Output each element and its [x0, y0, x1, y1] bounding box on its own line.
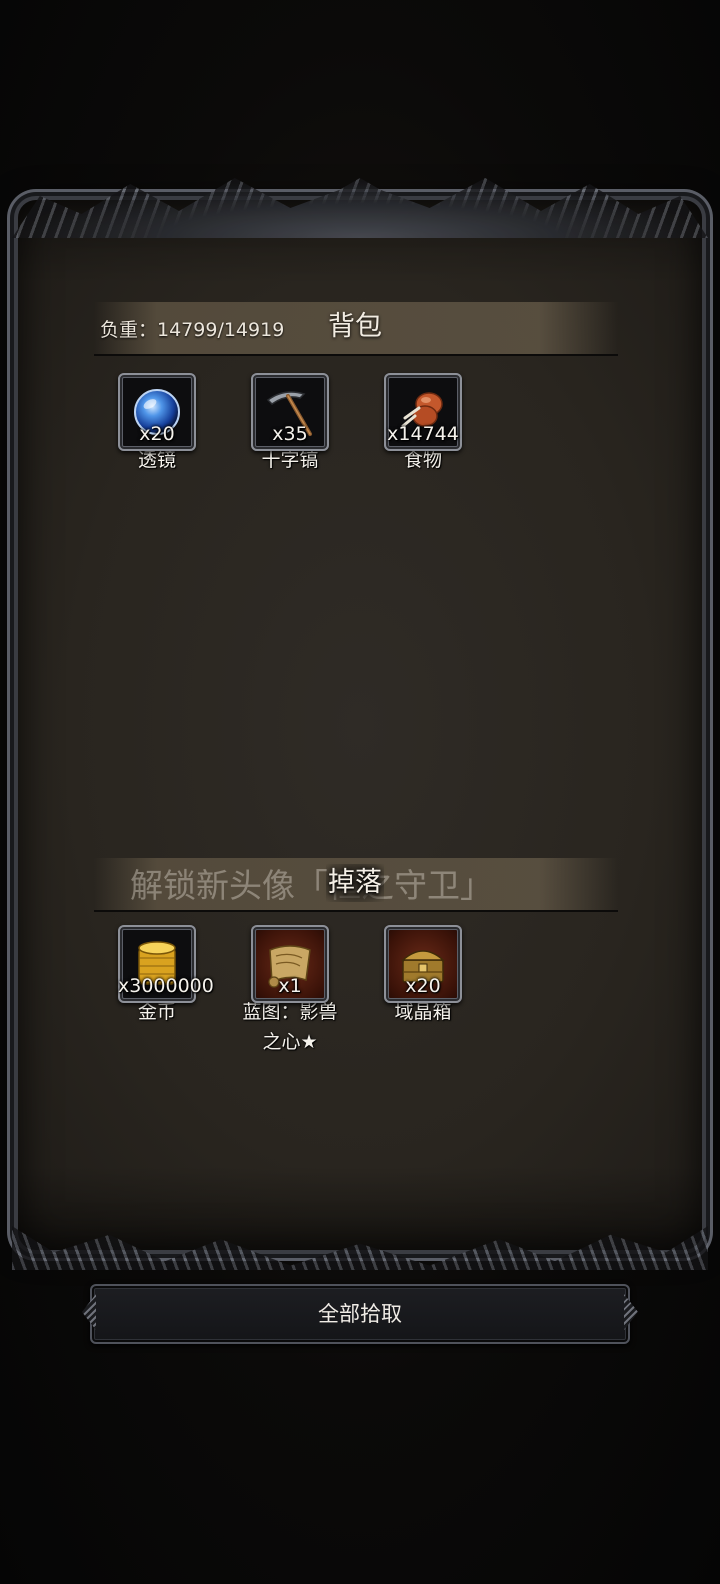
drops-title: 掉落: [326, 864, 384, 902]
unlock-avatar-text: 解锁新头像「恒之守卫」: [130, 866, 493, 905]
item-pickaxe[interactable]: x35 十字镐: [220, 373, 360, 475]
item-food[interactable]: x14744 食物: [353, 373, 493, 475]
item-crystal-chest[interactable]: x20 域晶箱: [353, 925, 493, 1027]
backpack-title: 背包: [328, 311, 382, 342]
panel-frame: [18, 200, 702, 1250]
item-count: x20: [139, 423, 175, 445]
slot-frame: x1: [251, 925, 329, 1003]
item-blueprint[interactable]: x1 蓝图：影兽 之心★: [220, 925, 360, 1057]
item-count: x1: [278, 975, 302, 997]
weight-label: 负重：14799/14919: [100, 319, 285, 341]
item-count: x20: [405, 975, 441, 997]
slot-frame: x14744: [384, 373, 462, 451]
item-count: x3000000: [118, 975, 214, 997]
item-name-line2: 之心★: [262, 1031, 318, 1053]
slot-frame: x3000000: [118, 925, 214, 1003]
item-lens[interactable]: x20 透镜: [87, 373, 227, 475]
item-gold-coins[interactable]: x3000000 金币: [87, 925, 227, 1027]
slot-frame: x20: [118, 373, 196, 451]
slot-frame: x35: [251, 373, 329, 451]
pick-all-button[interactable]: 全部拾取: [90, 1284, 630, 1344]
slot-frame: x20: [384, 925, 462, 1003]
item-count: x35: [272, 423, 308, 445]
item-count: x14744: [387, 423, 459, 445]
